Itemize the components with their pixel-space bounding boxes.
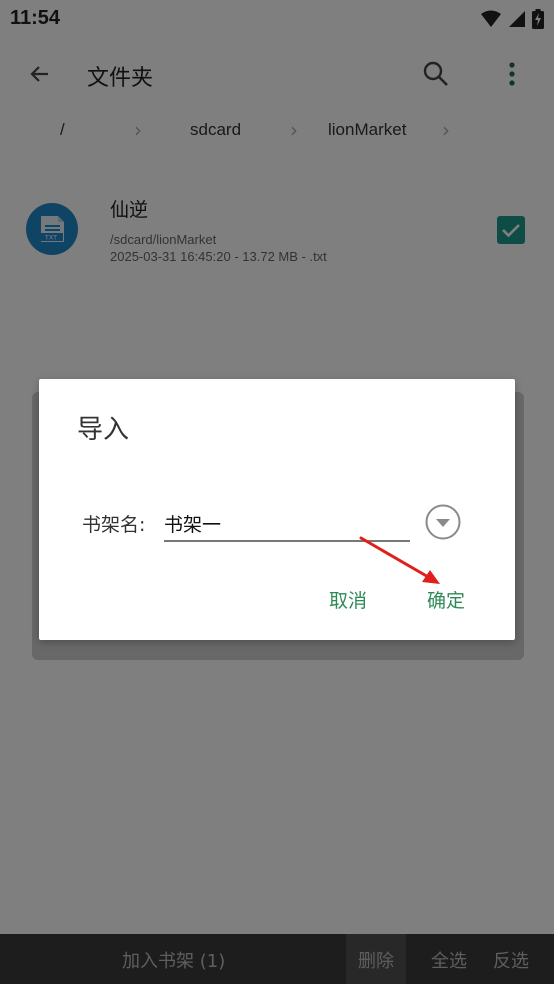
cancel-button[interactable]: 取消 bbox=[329, 586, 367, 613]
shelf-name-input[interactable]: 书架一 bbox=[164, 510, 221, 537]
dialog-title: 导入 bbox=[77, 415, 130, 445]
import-dialog: 导入 书架名: 书架一 取消 确定 bbox=[39, 379, 515, 640]
dropdown-circle-icon bbox=[425, 504, 461, 540]
shelf-dropdown-button[interactable] bbox=[425, 504, 461, 540]
input-underline bbox=[164, 540, 410, 542]
shelf-name-label: 书架名: bbox=[82, 514, 146, 536]
confirm-button[interactable]: 确定 bbox=[427, 586, 465, 613]
